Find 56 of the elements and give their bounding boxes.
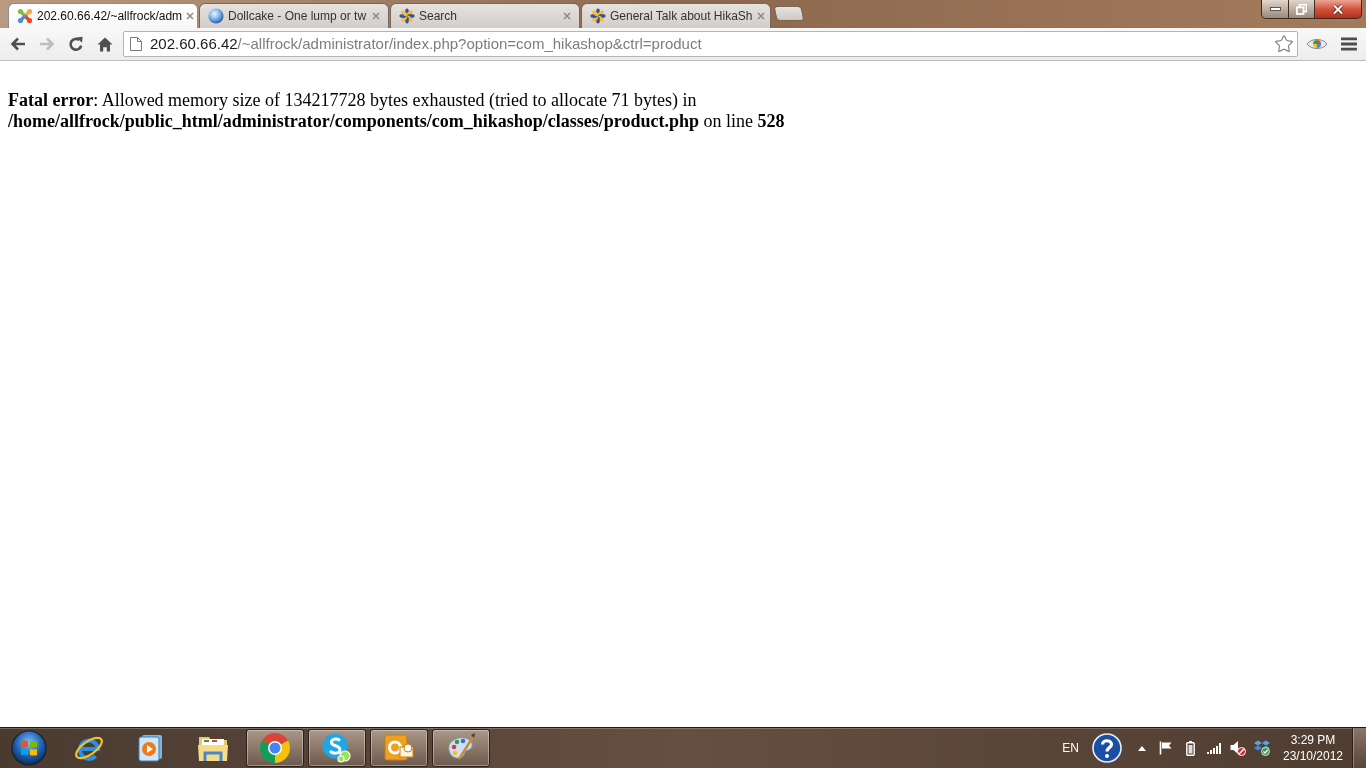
restore-button[interactable] — [1289, 0, 1315, 19]
bookmark-star-icon[interactable] — [1274, 34, 1294, 54]
signal-bars-icon[interactable] — [1207, 742, 1221, 754]
close-icon — [1332, 3, 1344, 15]
tab-close-button[interactable] — [756, 10, 765, 22]
start-orb-icon — [11, 730, 47, 766]
clock-date: 23/10/2012 — [1282, 748, 1344, 764]
battery-icon[interactable] — [1185, 740, 1195, 756]
back-arrow-icon — [9, 37, 26, 51]
help-icon[interactable] — [1092, 733, 1122, 763]
address-field[interactable]: 202.60.66.42/~allfrock/administrator/index.php?option=com_hikashop&ctrl=product — [123, 31, 1298, 57]
four-color-logo-icon — [17, 8, 33, 24]
tab-close-button[interactable] — [561, 10, 573, 22]
box-check-icon[interactable] — [1254, 740, 1270, 756]
chat-logo-icon — [321, 732, 353, 764]
new-tab-button[interactable] — [773, 6, 805, 21]
reload-icon — [67, 36, 84, 52]
taskbar-button[interactable] — [370, 729, 428, 767]
close-icon — [563, 12, 571, 20]
forward-arrow-icon — [38, 37, 55, 51]
tab-close-button[interactable] — [370, 10, 382, 22]
eye-icon — [1306, 37, 1328, 51]
triangle-up-icon[interactable] — [1138, 745, 1146, 751]
close-icon — [186, 12, 195, 20]
mail-logo-icon — [384, 733, 414, 763]
flag-icon[interactable] — [1159, 741, 1173, 755]
tab-close-button[interactable] — [186, 10, 195, 22]
page-icon — [130, 37, 142, 51]
restore-icon — [1296, 3, 1307, 15]
clock[interactable]: 3:29 PM 23/10/2012 — [1278, 732, 1348, 764]
clock-time: 3:29 PM — [1290, 732, 1336, 748]
close-icon — [372, 12, 380, 20]
error-message: Fatal error: Allowed memory size of 134217728 bytes exhausted (tried to allocate 71 bytes) in /home/allfrock/public_html/administrator/components/com_hikashop/classes/product.php on line 528 — [8, 90, 786, 132]
close-button[interactable] — [1315, 0, 1362, 19]
start-button[interactable] — [11, 730, 47, 766]
browser-tab[interactable]: Search — [390, 3, 580, 28]
close-icon — [756, 12, 765, 20]
taskbar-button[interactable] — [308, 729, 366, 767]
speaker-muted-icon[interactable] — [1230, 740, 1246, 756]
minimize-icon — [1269, 7, 1281, 11]
ring-logo-icon — [259, 732, 291, 764]
pinwheel-icon — [590, 8, 606, 24]
browser-tab[interactable]: 202.60.66.42/~allfrock/adm — [8, 3, 198, 28]
browser-tab[interactable]: Dollcake - One lump or tw — [199, 3, 389, 28]
media-play-icon — [138, 734, 164, 762]
taskbar-button[interactable] — [432, 729, 490, 767]
minimize-button[interactable] — [1261, 0, 1289, 19]
menu-icon — [1341, 37, 1357, 51]
home-icon — [96, 36, 113, 52]
show-desktop-button[interactable] — [1352, 728, 1366, 768]
taskbar-button[interactable] — [246, 729, 304, 767]
sphere-icon — [208, 8, 224, 24]
pinwheel-icon — [399, 8, 415, 24]
language-indicator[interactable]: EN — [1062, 739, 1079, 757]
url-text: 202.60.66.42/~allfrock/administrator/index.php?option=com_hikashop&ctrl=product — [150, 33, 702, 54]
browser-tab[interactable]: General Talk about HikaSh — [581, 3, 771, 28]
